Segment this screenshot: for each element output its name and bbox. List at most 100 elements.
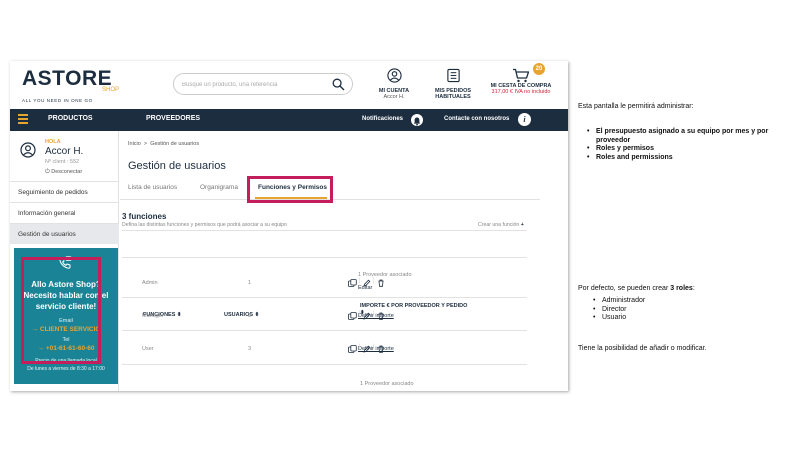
cart-price: 317,00 € IVA no incluido [491, 89, 551, 95]
sidebar-item-label: Seguimiento de pedidos [18, 189, 88, 196]
account-button[interactable]: MI CUENTA Accor H. [376, 68, 412, 101]
astore-logo[interactable]: ASTORE SHOP ALL YOU NEED IN ONE GO [22, 67, 122, 105]
breadcrumb-current: Gestión de usuarios [150, 141, 200, 147]
notes-role: Director [588, 306, 645, 315]
row-function-name: User [142, 346, 154, 352]
site-header: ASTORE SHOP ALL YOU NEED IN ONE GO MI CU… [10, 61, 568, 108]
row-actions: | | [348, 311, 390, 320]
user-name: Accor H. [45, 146, 84, 157]
client-number: Nº client : 552 [45, 159, 80, 165]
create-function-label: Crear una función [478, 222, 520, 228]
app-screenshot: ASTORE SHOP ALL YOU NEED IN ONE GO MI CU… [10, 61, 568, 391]
sidebar-item-gestion-usuarios[interactable]: Gestión de usuarios [10, 223, 119, 244]
nav-productos[interactable]: PRODUCTOS [48, 115, 93, 122]
logout-label: Desconectar [51, 169, 83, 175]
user-icon [20, 142, 36, 158]
power-icon: ⏻ [45, 169, 50, 175]
row-function-name: Admin [142, 280, 158, 286]
info-icon[interactable]: i [518, 113, 531, 126]
page-title: Gestión de usuarios [128, 160, 226, 172]
row-divider [122, 297, 527, 298]
row-divider [122, 330, 527, 331]
row-users-count: 1 [248, 280, 252, 286]
edit-icon[interactable] [363, 345, 371, 353]
column-usuarios[interactable]: USUARIOS ⬍ [224, 312, 259, 319]
tab-lista-usuarios[interactable]: Lista de usuarios [128, 184, 177, 191]
orders-button[interactable]: MIS PEDIDOS HABITUALES [433, 68, 473, 100]
notes-bullet: Roles and permissions [582, 154, 792, 163]
plus-icon: + [520, 222, 524, 228]
functions-description: Defina las distintas funciones y permiso… [122, 222, 287, 228]
edit-icon[interactable] [363, 312, 371, 320]
cart-button[interactable]: 20 MI CESTA DE COMPRA 317,00 € IVA no in… [490, 63, 552, 95]
partial-row-text: 1 Proveedor asociado [360, 381, 414, 387]
slide: ASTORE SHOP ALL YOU NEED IN ONE GO MI CU… [0, 0, 800, 450]
row-users-count: 3 [248, 313, 252, 319]
breadcrumb-home[interactable]: Inicio [128, 141, 141, 147]
column-importe-label: IMPORTE € POR PROVEEDOR Y PEDIDO [360, 303, 468, 309]
highlight-box-roles [21, 257, 101, 364]
nav-notificaciones[interactable]: Notificaciones [362, 116, 403, 122]
cart-count-badge: 20 [533, 63, 545, 75]
tab-organigrama[interactable]: Organigrama [200, 184, 238, 191]
notes-roles-intro-post: : [692, 285, 695, 292]
sidebar-item-label: Gestión de usuarios [18, 231, 76, 238]
help-hours: De lunes a viernes de 8:30 a 17:00 [27, 366, 105, 372]
nav-proveedores[interactable]: PROVEEDORES [146, 115, 200, 122]
trash-icon[interactable] [377, 279, 385, 287]
notes-roles-intro-pre: Por defecto, se pueden crear [578, 285, 671, 292]
main-content: Inicio > Gestión de usuarios Gestión de … [120, 131, 568, 391]
notes-role: Administrador [588, 297, 645, 306]
notes-role: Usuario [588, 314, 645, 323]
duplicate-icon[interactable] [348, 345, 357, 353]
orders-label: MIS PEDIDOS HABITUALES [434, 88, 472, 100]
row-function-name: Manager [142, 313, 164, 319]
sort-icon: ⬍ [254, 312, 260, 318]
nav-contacto[interactable]: Contacte con nosotros [444, 116, 509, 122]
search-box [173, 73, 353, 95]
greeting: HOLA [45, 139, 61, 145]
breadcrumb-separator: > [143, 141, 148, 147]
sort-icon: ⬍ [176, 312, 182, 318]
main-nav: PRODUCTOS PROVEEDORES Notificaciones Con… [10, 109, 568, 131]
notes-bullet: Roles y permisos [582, 145, 792, 154]
trash-icon[interactable] [377, 312, 385, 320]
notes-bullet: El presupuesto asignado a su equipo por … [582, 128, 792, 145]
create-function-link[interactable]: Crear una función + [478, 222, 524, 228]
notes-list-roles: Administrador Director Usuario [588, 297, 645, 323]
notes-panel: Esta pantalla le permitirá administrar: … [578, 0, 800, 450]
notes-roles-intro: Por defecto, se pueden crear 3 roles: [578, 285, 695, 292]
row-divider [122, 257, 527, 258]
bell-icon[interactable] [411, 114, 423, 126]
account-user: Accor H. [383, 94, 405, 100]
logo-shop: SHOP [102, 87, 120, 93]
functions-count: 3 funciones [122, 212, 167, 221]
notes-list-admin: El presupuesto asignado a su equipo por … [582, 128, 792, 162]
row-divider [122, 364, 527, 365]
duplicate-icon[interactable] [348, 312, 357, 320]
sidebar-item-informacion[interactable]: Información general [10, 202, 119, 223]
row-importe-text: 1 Proveedor asociado [358, 272, 412, 278]
sidebar-item-label: Información general [18, 210, 76, 217]
search-icon[interactable] [332, 78, 345, 91]
logout-link[interactable]: ⏻ Desconectar [45, 169, 82, 176]
cart-icon [513, 68, 530, 83]
duplicate-icon[interactable] [348, 279, 357, 287]
notes-intro: Esta pantalla le permitirá administrar: [578, 103, 694, 110]
row-users-count: 3 [248, 346, 252, 352]
trash-icon[interactable] [377, 345, 385, 353]
row-actions: | | [348, 344, 390, 353]
table-top-divider [122, 230, 527, 231]
logo-wordmark: ASTORE [22, 67, 113, 90]
list-icon [446, 68, 460, 83]
highlight-box-tab [247, 176, 333, 203]
sidebar-item-seguimiento[interactable]: Seguimiento de pedidos [10, 181, 119, 202]
notes-footer: Tiene la posibilidad de añadir o modific… [578, 345, 707, 352]
user-icon [386, 68, 402, 83]
logo-tagline: ALL YOU NEED IN ONE GO [22, 98, 93, 103]
search-input[interactable] [182, 78, 322, 91]
menu-icon[interactable] [18, 114, 28, 124]
notes-roles-intro-bold: 3 roles [670, 285, 693, 292]
row-actions: | | [348, 278, 390, 287]
edit-icon[interactable] [363, 279, 371, 287]
